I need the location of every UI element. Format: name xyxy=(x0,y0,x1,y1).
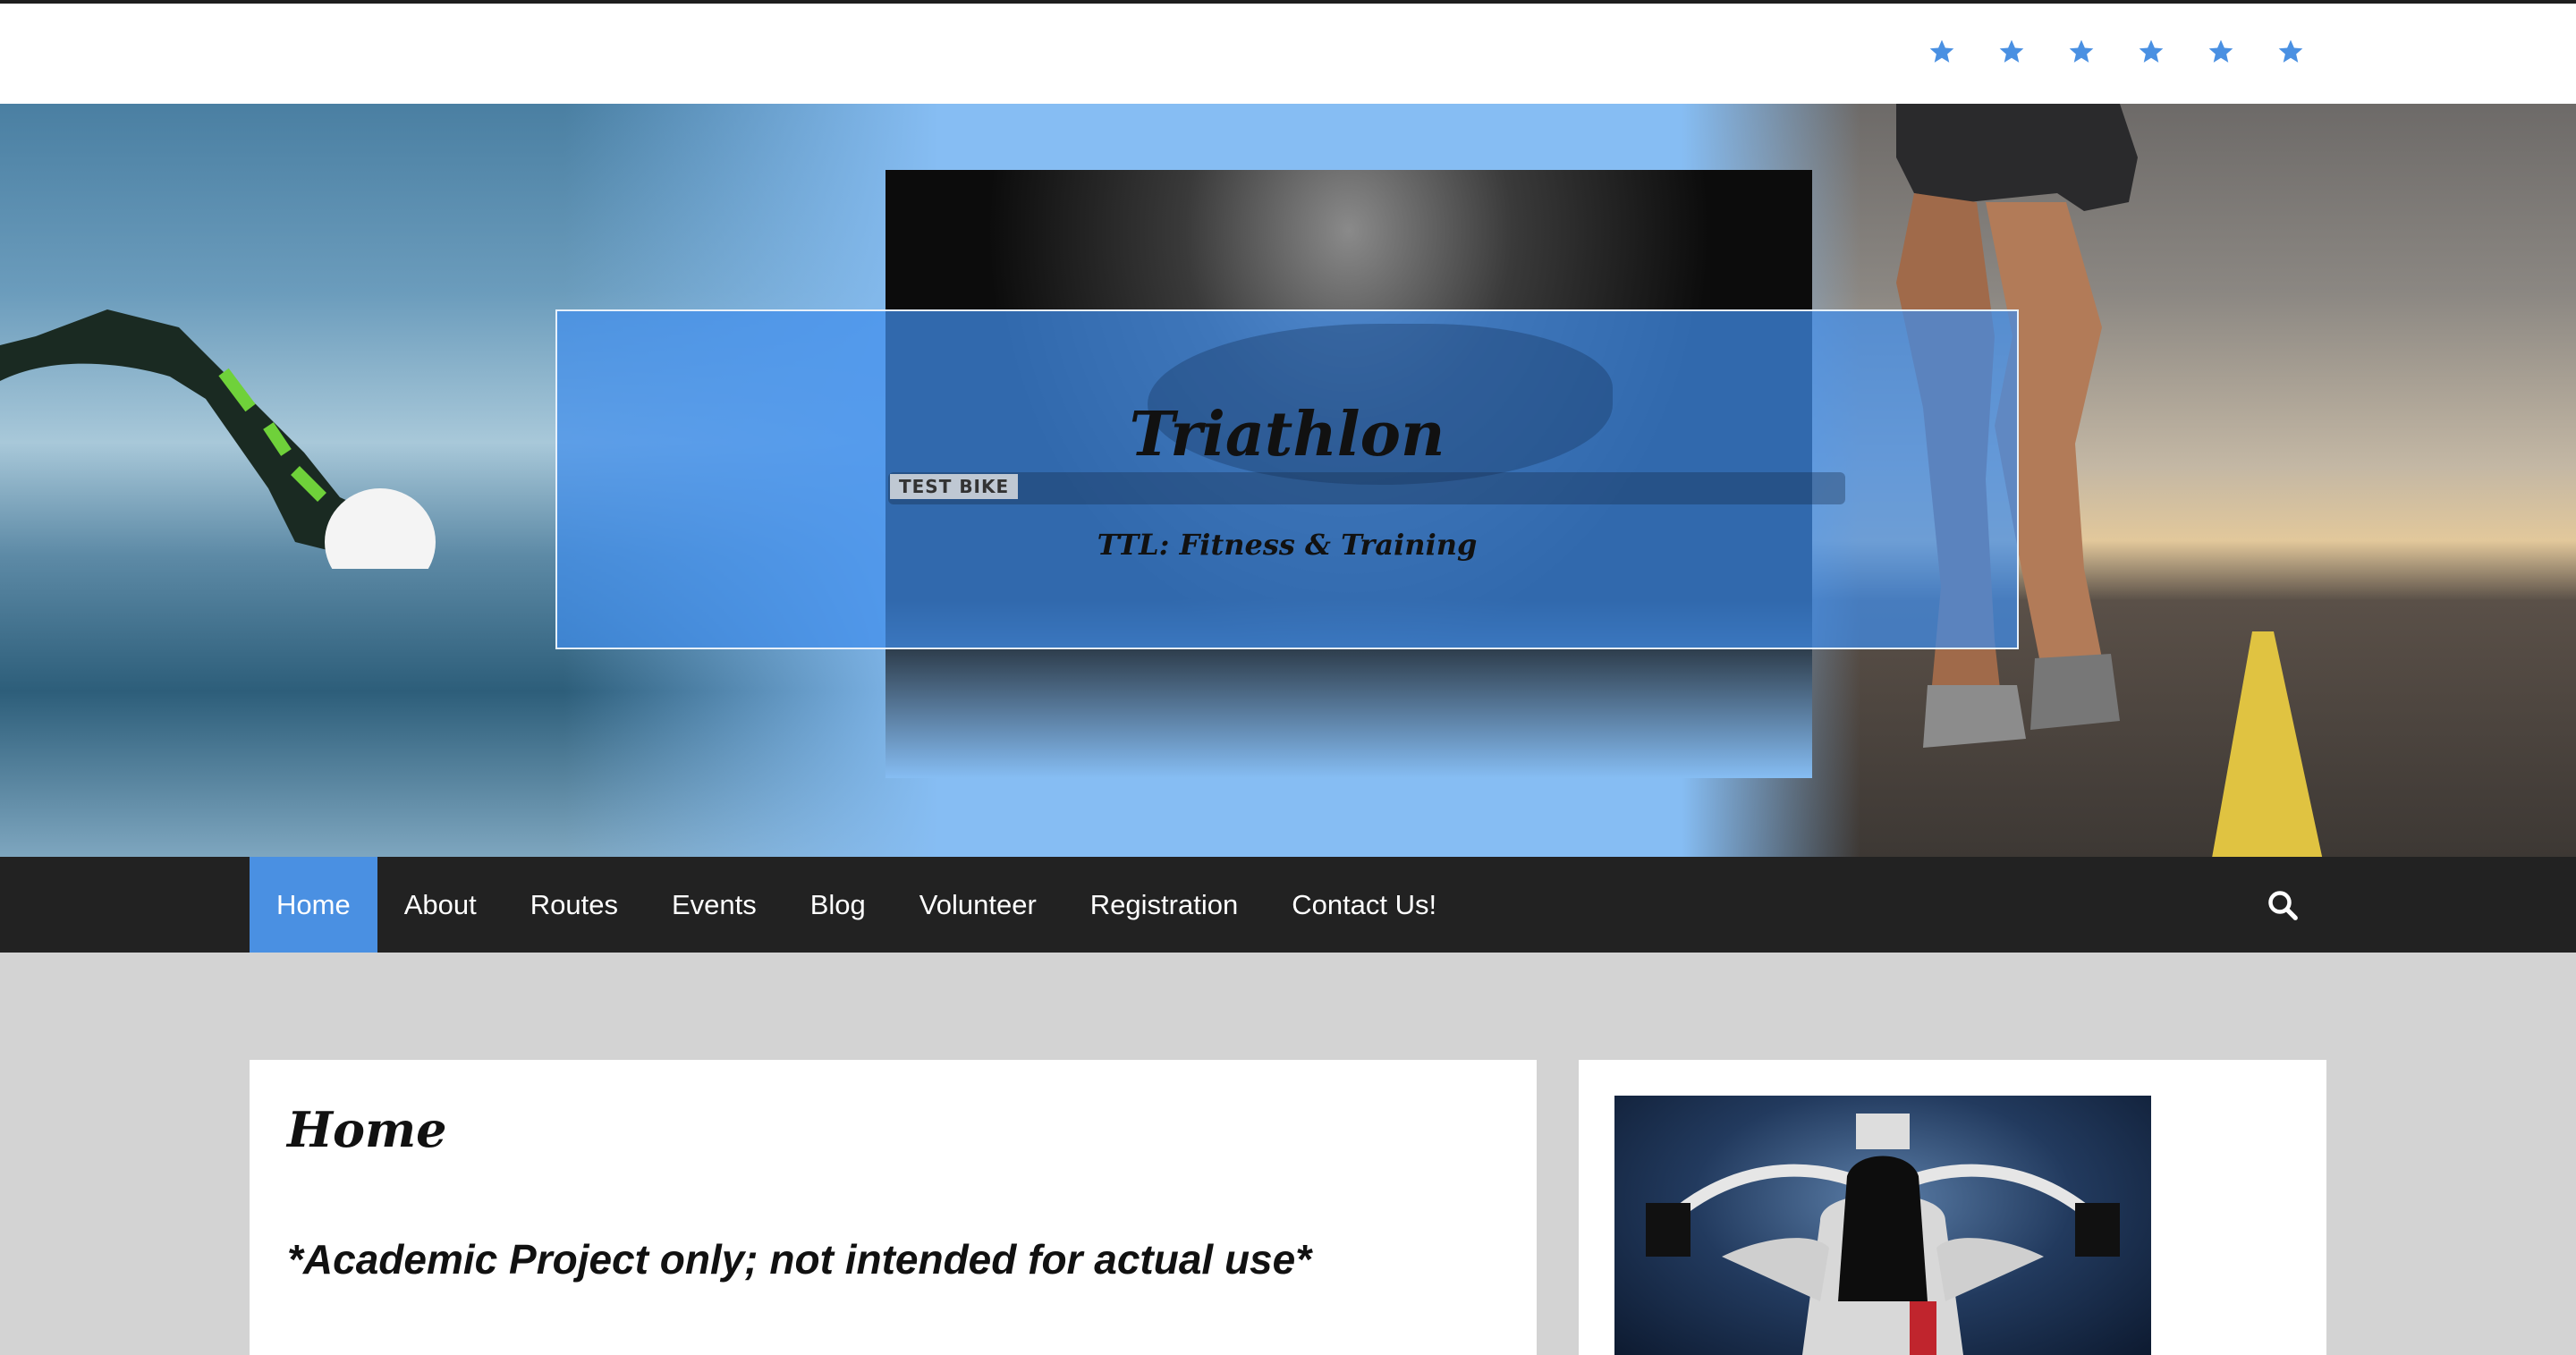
top-bar xyxy=(0,0,2576,104)
page-title: Home xyxy=(287,1101,447,1158)
social-link-6-star-icon[interactable] xyxy=(2276,38,2305,66)
academic-notice: *Academic Project only; not intended for… xyxy=(287,1236,1312,1283)
nav-item-home[interactable]: Home xyxy=(250,857,377,953)
main-content: Home *Academic Project only; not intende… xyxy=(250,1060,1537,1355)
nav-item-events[interactable]: Events xyxy=(645,857,784,953)
social-link-2-star-icon[interactable] xyxy=(1997,38,2026,66)
social-link-4-star-icon[interactable] xyxy=(2137,38,2165,66)
swimmer-figure xyxy=(0,309,436,569)
nav-menu: Home About Routes Events Blog Volunteer … xyxy=(250,857,1463,953)
site-branding: TEST BIKE Triathlon TTL: Fitness & Train… xyxy=(555,309,2019,649)
gym-figure xyxy=(1646,1114,2120,1355)
nav-item-registration[interactable]: Registration xyxy=(1063,857,1265,953)
nav-item-routes[interactable]: Routes xyxy=(504,857,645,953)
social-link-5-star-icon[interactable] xyxy=(2207,38,2235,66)
nav-item-about[interactable]: About xyxy=(377,857,504,953)
nav-item-blog[interactable]: Blog xyxy=(784,857,893,953)
road-line xyxy=(2212,631,2323,857)
nav-item-volunteer[interactable]: Volunteer xyxy=(893,857,1063,953)
gym-image xyxy=(1614,1096,2151,1355)
social-link-1-star-icon[interactable] xyxy=(1928,38,1956,66)
main-navigation: Home About Routes Events Blog Volunteer … xyxy=(0,857,2576,953)
search-icon[interactable] xyxy=(2267,889,2299,921)
sidebar-widget xyxy=(1579,1060,2326,1355)
site-title[interactable]: Triathlon xyxy=(557,399,2017,470)
social-links xyxy=(1928,38,2305,66)
social-link-3-star-icon[interactable] xyxy=(2067,38,2096,66)
nav-item-contact-us[interactable]: Contact Us! xyxy=(1265,857,1463,953)
bike-frame xyxy=(888,472,1845,504)
site-tagline: TTL: Fitness & Training xyxy=(1097,528,1478,562)
hero-banner: TEST BIKE Triathlon TTL: Fitness & Train… xyxy=(0,104,2576,857)
bike-label: TEST BIKE xyxy=(890,474,1019,499)
